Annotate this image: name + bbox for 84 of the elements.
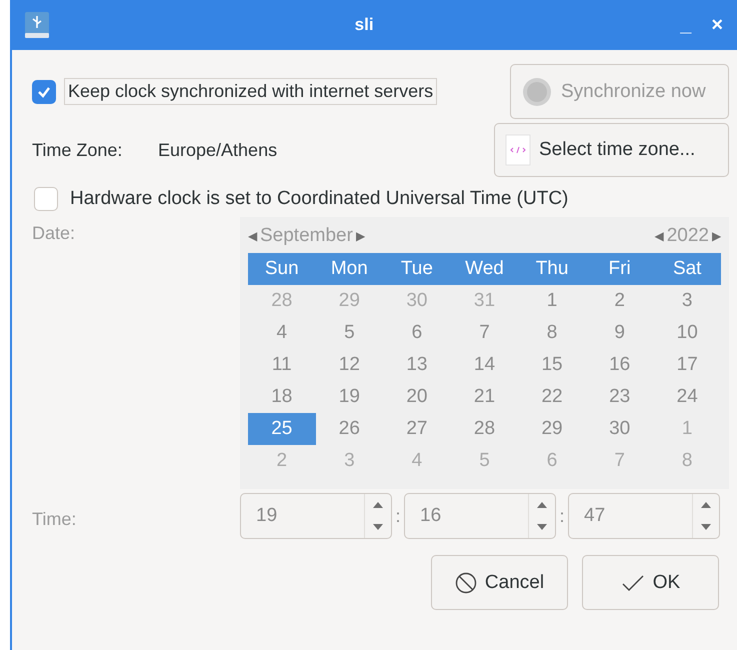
- time-separator: :: [558, 506, 566, 526]
- day-cell[interactable]: 26: [316, 413, 384, 445]
- day-cell[interactable]: 13: [383, 349, 451, 381]
- increment-icon[interactable]: [536, 501, 548, 509]
- day-cell[interactable]: 31: [450, 285, 518, 317]
- code-file-icon: [505, 134, 531, 166]
- date-label: Date:: [32, 222, 76, 245]
- day-cell[interactable]: 30: [586, 413, 654, 445]
- previous-month-button[interactable]: ◀: [248, 229, 257, 243]
- day-cell[interactable]: 25: [248, 413, 316, 445]
- day-cell[interactable]: 3: [653, 285, 721, 317]
- checkbox-label: Keep clock synchronized with internet servers: [64, 78, 438, 105]
- spin-field[interactable]: 19: [240, 493, 392, 539]
- decrement-icon[interactable]: [536, 523, 548, 531]
- day-cell[interactable]: 24: [653, 381, 721, 413]
- day-cell[interactable]: 7: [586, 445, 654, 477]
- day-cell[interactable]: 1: [518, 285, 586, 317]
- weekday-label: Sat: [672, 258, 702, 280]
- year-label: 2022: [666, 225, 709, 247]
- day-cell[interactable]: 8: [518, 317, 586, 349]
- day-cell[interactable]: 22: [518, 381, 586, 413]
- checkbox[interactable]: [34, 187, 58, 211]
- time-separator: :: [394, 506, 402, 526]
- day-cell[interactable]: 17: [653, 349, 721, 381]
- day-cell[interactable]: 5: [316, 317, 384, 349]
- checkbox[interactable]: [32, 80, 56, 104]
- time-zone-value: Europe/Athens: [158, 140, 278, 160]
- day-cell[interactable]: 9: [586, 317, 654, 349]
- day-cell[interactable]: 16: [586, 349, 654, 381]
- previous-year-button[interactable]: ◀: [654, 229, 664, 243]
- weekday-label: Wed: [464, 258, 505, 280]
- drive-icon: [22, 10, 52, 40]
- day-cell[interactable]: 4: [383, 445, 451, 477]
- day-cell[interactable]: 2: [248, 445, 316, 477]
- day-cell[interactable]: 2: [586, 285, 654, 317]
- weekday-label: Thu: [534, 258, 570, 280]
- next-year-button[interactable]: ▶: [712, 229, 721, 243]
- increment-icon[interactable]: [372, 501, 384, 509]
- day-cell[interactable]: 6: [383, 317, 451, 349]
- decrement-icon[interactable]: [700, 523, 712, 531]
- day-cell[interactable]: 7: [450, 317, 518, 349]
- day-cell[interactable]: 8: [653, 445, 721, 477]
- day-cell[interactable]: 3: [316, 445, 384, 477]
- select-time-zone-button[interactable]: Select time zone...: [494, 123, 729, 177]
- weekday-label: Mon: [330, 258, 369, 280]
- day-cell[interactable]: 21: [450, 381, 518, 413]
- weekday-label: Tue: [400, 258, 434, 280]
- day-cell[interactable]: 19: [316, 381, 384, 413]
- weekday-label: Fri: [608, 258, 632, 280]
- month-label: September: [260, 225, 353, 247]
- day-cell[interactable]: 4: [248, 317, 316, 349]
- day-cell[interactable]: 5: [450, 445, 518, 477]
- minimize-button[interactable]: _: [676, 14, 696, 36]
- spin-field[interactable]: 16: [404, 493, 556, 539]
- increment-icon[interactable]: [700, 501, 712, 509]
- time-zone-label: Time Zone:: [32, 140, 124, 160]
- day-cell[interactable]: 15: [518, 349, 586, 381]
- day-cell[interactable]: 18: [248, 381, 316, 413]
- checkbox-label: Hardware clock is set to Coordinated Universal Time (UTC): [69, 187, 570, 211]
- time-label: Time:: [32, 508, 78, 530]
- window-title: sli: [354, 15, 375, 35]
- day-cell[interactable]: 20: [383, 381, 451, 413]
- next-month-button[interactable]: ▶: [356, 229, 365, 243]
- close-button[interactable]: ×: [707, 14, 727, 36]
- decrement-icon[interactable]: [372, 523, 384, 531]
- day-cell[interactable]: 23: [586, 381, 654, 413]
- day-cell[interactable]: 10: [653, 317, 721, 349]
- day-cell[interactable]: 28: [450, 413, 518, 445]
- day-cell[interactable]: 1: [653, 413, 721, 445]
- spin-field[interactable]: 47: [568, 493, 720, 539]
- day-cell[interactable]: 29: [316, 285, 384, 317]
- cancel-button[interactable]: Cancel: [431, 555, 568, 610]
- weekday-label: Sun: [264, 258, 300, 280]
- checkmark-icon: [620, 574, 645, 592]
- day-cell[interactable]: 28: [248, 285, 316, 317]
- day-cell[interactable]: 29: [518, 413, 586, 445]
- day-cell[interactable]: 12: [316, 349, 384, 381]
- day-cell[interactable]: 6: [518, 445, 586, 477]
- cancel-icon: [454, 572, 477, 594]
- day-cell[interactable]: 11: [248, 349, 316, 381]
- day-cell[interactable]: 27: [383, 413, 451, 445]
- day-cell[interactable]: 30: [383, 285, 451, 317]
- ok-button[interactable]: OK: [582, 555, 719, 610]
- day-cell[interactable]: 14: [450, 349, 518, 381]
